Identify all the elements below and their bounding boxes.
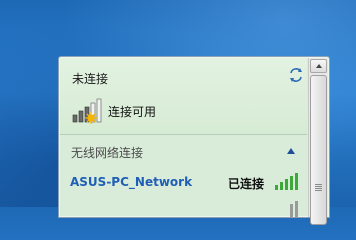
grip-icon bbox=[315, 184, 322, 191]
vertical-scrollbar[interactable] bbox=[308, 58, 328, 225]
connection-status-section: 未连接 连接可用 bbox=[60, 58, 307, 134]
scroll-thumb[interactable] bbox=[310, 75, 327, 225]
wifi-signal-icon bbox=[274, 200, 298, 218]
network-name: ASUS-PC_Network bbox=[70, 175, 193, 189]
chevron-up-icon[interactable] bbox=[285, 145, 297, 157]
status-text: 未连接 bbox=[72, 72, 109, 86]
wifi-signal-icon bbox=[274, 171, 298, 191]
network-list-item[interactable] bbox=[60, 199, 307, 219]
wifi-signal-star-icon bbox=[72, 98, 102, 124]
network-flyout: 未连接 连接可用 无线网络连接 ASUS-PC_Network 已连接 bbox=[58, 56, 330, 225]
network-status: 已连接 bbox=[228, 177, 265, 191]
scroll-up-button[interactable] bbox=[310, 59, 327, 73]
connection-available-label: 连接可用 bbox=[108, 105, 157, 119]
section-divider bbox=[60, 134, 307, 135]
wireless-section-header: 无线网络连接 bbox=[71, 146, 144, 160]
refresh-icon[interactable] bbox=[288, 67, 304, 83]
network-list-item[interactable]: ASUS-PC_Network 已连接 bbox=[60, 167, 307, 197]
